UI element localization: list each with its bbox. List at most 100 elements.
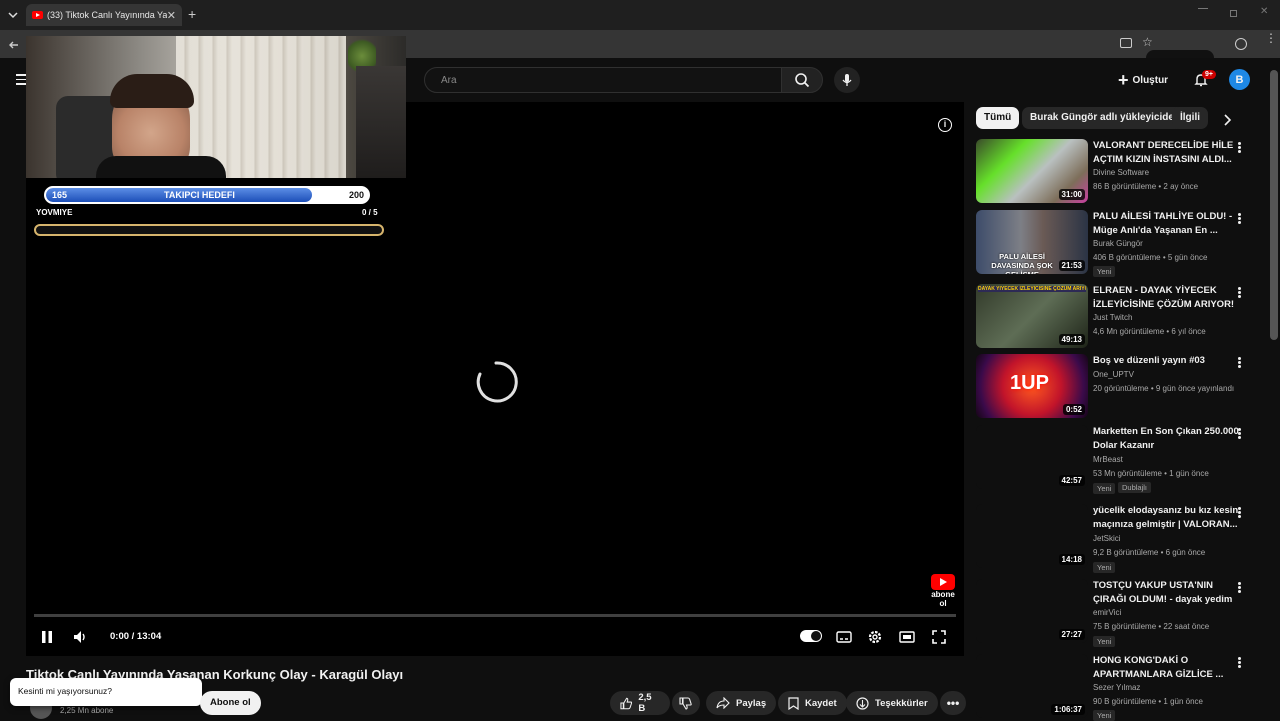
back-arrow-icon[interactable] — [8, 38, 20, 56]
volume-button[interactable] — [72, 628, 90, 646]
window-minimize-icon[interactable] — [1198, 8, 1208, 9]
recommended-video[interactable]: 27:27 TOSTÇU YAKUP USTA'NIN ÇIRAĞI OLDUM… — [976, 579, 1266, 647]
video-thumbnail[interactable]: PALU AİLESİ DAVASINDA ŞOK GELİŞME 21:53 — [976, 210, 1088, 274]
channel-name[interactable]: Sezer Yılmaz — [1093, 683, 1140, 692]
new-tab-icon[interactable]: + — [188, 6, 196, 22]
dubbed-badge: Dublajlı — [1118, 482, 1152, 493]
daily-progress-bar — [34, 224, 384, 236]
channel-name[interactable]: One_UPTV — [1093, 370, 1134, 379]
save-label: Kaydet — [805, 697, 837, 709]
video-thumbnail[interactable]: 14:18 — [976, 504, 1088, 568]
voice-search-button[interactable] — [834, 67, 860, 93]
browser-tab-bar: (33) Tiktok Canlı Yayınında Yaşana ✕ + ✕ — [0, 0, 1280, 30]
video-menu-icon[interactable] — [1234, 356, 1244, 370]
settings-button[interactable] — [866, 628, 884, 646]
video-duration: 27:27 — [1058, 629, 1085, 640]
subscriber-count: 2,25 Mn abone — [60, 706, 114, 715]
theater-mode-button[interactable] — [898, 628, 916, 646]
video-thumbnail[interactable]: 1:06:37 — [976, 654, 1088, 718]
window-restore-icon[interactable] — [1230, 10, 1237, 17]
daily-count: 0 / 5 — [362, 208, 378, 217]
chip-related[interactable]: İlgili — [1172, 107, 1208, 129]
video-title[interactable]: ELRAEN - DAYAK YİYECEK İZLEYİCİSİNE ÇÖZÜ… — [1093, 284, 1243, 311]
video-title[interactable]: Boş ve düzenli yayın #03 — [1093, 354, 1243, 368]
hamburger-menu-icon[interactable] — [16, 74, 26, 85]
share-button[interactable]: Paylaş — [706, 691, 777, 715]
window-close-icon[interactable]: ✕ — [1260, 6, 1268, 17]
thumbnail-caption: 1UP — [1010, 372, 1049, 394]
video-title[interactable]: PALU AİLESİ TAHLİYE OLDU! - Müge Anlı'da… — [1093, 210, 1243, 237]
video-title[interactable]: HONG KONG'DAKİ O APARTMANLARA GİZLİCE ..… — [1093, 654, 1243, 681]
video-menu-icon[interactable] — [1234, 656, 1244, 670]
chips-next-icon[interactable] — [1222, 113, 1232, 131]
recommended-video[interactable]: DAYAK YİYECEK İZLEYİCİSİNE ÇÖZÜM ARIYOR … — [976, 284, 1266, 350]
video-thumbnail[interactable]: 1UP 0:52 — [976, 354, 1088, 418]
subscribe-button[interactable]: Abone ol — [200, 691, 261, 715]
channel-name[interactable]: Just Twitch — [1093, 313, 1132, 322]
thanks-label: Teşekkürler — [875, 697, 928, 709]
pause-button[interactable] — [38, 628, 56, 646]
gear-icon — [868, 630, 882, 644]
fullscreen-button[interactable] — [930, 628, 948, 646]
search-input[interactable]: Ara — [424, 67, 782, 93]
browser-tab[interactable]: (33) Tiktok Canlı Yayınında Yaşana ✕ — [26, 4, 182, 26]
video-menu-icon[interactable] — [1234, 212, 1244, 226]
browser-menu-icon[interactable]: ⋮ — [1265, 32, 1277, 44]
tab-title: (33) Tiktok Canlı Yayınında Yaşana — [47, 10, 167, 20]
channel-name[interactable]: MrBeast — [1093, 455, 1123, 464]
thumbs-up-icon — [620, 697, 633, 709]
subscribe-watermark[interactable]: abone ol — [928, 574, 958, 608]
chip-from-uploader[interactable]: Burak Güngör adlı yükleyiciden — [1022, 107, 1189, 129]
video-thumbnail[interactable]: DAYAK YİYECEK İZLEYİCİSİNE ÇÖZÜM ARIYOR … — [976, 284, 1088, 348]
video-title[interactable]: yücelik elodaysanız bu kız kesin maçınız… — [1093, 504, 1243, 531]
dislike-button[interactable] — [672, 691, 700, 715]
video-menu-icon[interactable] — [1234, 286, 1244, 300]
autoplay-toggle[interactable] — [800, 629, 822, 643]
video-menu-icon[interactable] — [1234, 427, 1244, 441]
more-actions-button[interactable]: ••• — [940, 691, 966, 715]
video-progress-bar[interactable] — [34, 614, 956, 617]
thanks-button[interactable]: Teşekkürler — [846, 691, 938, 715]
tab-close-icon[interactable]: ✕ — [167, 9, 176, 22]
theater-mode-icon — [899, 631, 915, 643]
channel-name[interactable]: Burak Güngör — [1093, 239, 1143, 248]
notification-badge: 9+ — [1202, 70, 1216, 79]
video-thumbnail[interactable]: 42:57 — [976, 425, 1088, 489]
chip-all[interactable]: Tümü — [976, 107, 1020, 129]
recommended-video[interactable]: 14:18 yücelik elodaysanız bu kız kesin m… — [976, 504, 1266, 573]
info-icon[interactable]: i — [938, 118, 952, 132]
recommended-video[interactable]: 1UP 0:52 Boş ve düzenli yayın #03 One_UP… — [976, 354, 1266, 420]
video-title[interactable]: VALORANT DERECELİDE HİLE AÇTIM KIZIN İNS… — [1093, 139, 1243, 166]
share-label: Paylaş — [736, 697, 767, 709]
video-thumbnail[interactable]: 31:00 — [976, 139, 1088, 203]
video-menu-icon[interactable] — [1234, 506, 1244, 520]
account-avatar[interactable]: B — [1229, 69, 1250, 90]
recommended-video[interactable]: PALU AİLESİ DAVASINDA ŞOK GELİŞME 21:53 … — [976, 210, 1266, 277]
video-meta: 53 Mn görüntüleme • 1 gün önce — [1093, 469, 1209, 478]
video-thumbnail[interactable]: 27:27 — [976, 579, 1088, 643]
video-duration: 49:13 — [1058, 334, 1085, 345]
create-button[interactable]: + Oluştur — [1118, 70, 1168, 90]
video-title[interactable]: TOSTÇU YAKUP USTA'NIN ÇIRAĞI OLDUM! - da… — [1093, 579, 1243, 606]
video-menu-icon[interactable] — [1234, 581, 1244, 595]
page-scrollbar[interactable] — [1270, 70, 1278, 340]
subtitles-button[interactable] — [835, 628, 853, 646]
profile-icon[interactable] — [1235, 38, 1247, 50]
webcam-overlay — [26, 36, 406, 178]
video-title[interactable]: Marketten En Son Çıkan 250.000 Dolar Kaz… — [1093, 425, 1243, 452]
channel-name[interactable]: Divine Software — [1093, 168, 1149, 177]
tab-list-chevron-icon[interactable] — [6, 8, 20, 22]
channel-name[interactable]: JetSkici — [1093, 534, 1121, 543]
recommended-video[interactable]: 1:06:37 HONG KONG'DAKİ O APARTMANLARA Gİ… — [976, 654, 1266, 721]
recommended-video[interactable]: 42:57 Marketten En Son Çıkan 250.000 Dol… — [976, 425, 1266, 495]
search-button[interactable] — [781, 67, 823, 93]
video-menu-icon[interactable] — [1234, 141, 1244, 155]
save-button[interactable]: Kaydet — [778, 691, 847, 715]
channel-name[interactable]: emirVici — [1093, 608, 1121, 617]
loading-spinner-icon — [474, 360, 518, 409]
cast-icon[interactable] — [1120, 38, 1132, 48]
like-button[interactable]: 2,5 B — [610, 691, 670, 715]
recommended-video[interactable]: 31:00 VALORANT DERECELİDE HİLE AÇTIM KIZ… — [976, 139, 1266, 205]
like-count: 2,5 B — [638, 692, 652, 714]
bookmark-star-icon[interactable]: ☆ — [1142, 35, 1153, 49]
